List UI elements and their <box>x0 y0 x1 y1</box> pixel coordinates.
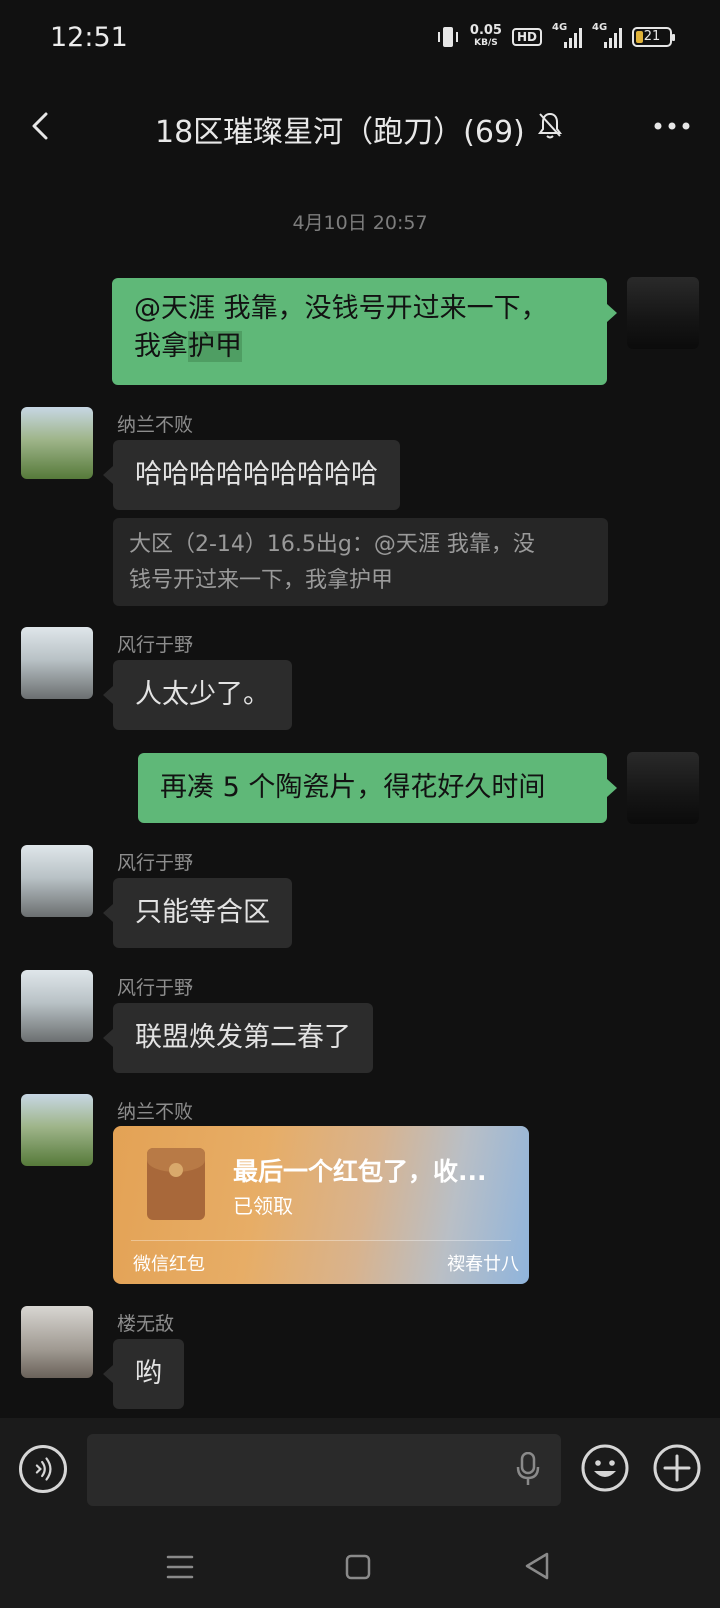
back-triangle-icon[interactable] <box>522 1550 552 1582</box>
quote-text: 钱号开过来一下，我拿护甲 <box>129 568 394 593</box>
message-bubble-incoming[interactable]: 人太少了。 <box>113 660 292 730</box>
home-icon[interactable] <box>345 1552 371 1582</box>
hd-badge: HD <box>511 28 542 46</box>
red-envelope-icon <box>147 1148 205 1220</box>
message-text: 人太少了。 <box>135 679 270 710</box>
message-text: 只能等合区 <box>135 897 270 928</box>
emoji-icon[interactable] <box>580 1443 630 1493</box>
sender-name: 风行于野 <box>117 852 194 874</box>
sender-name: 风行于野 <box>117 977 194 999</box>
bubble-tail <box>607 304 617 322</box>
bell-off-icon <box>538 112 562 139</box>
message-bubble-incoming[interactable]: 哟 <box>113 1339 184 1409</box>
chat-timestamp: 4月10日 20:57 <box>292 212 428 234</box>
network-speed: 0.05 KB/S <box>470 24 502 50</box>
message-bubble-incoming[interactable]: 哈哈哈哈哈哈哈哈哈 <box>113 440 400 510</box>
network-speed-unit: KB/S <box>474 38 498 48</box>
sender-name: 楼无敌 <box>117 1313 175 1335</box>
status-time: 12:51 <box>50 22 128 53</box>
avatar[interactable] <box>21 845 93 917</box>
message-input[interactable] <box>87 1434 561 1506</box>
message-text-highlight: 护甲 <box>188 331 242 362</box>
signal-label: 4G <box>592 22 608 33</box>
bubble-tail <box>103 1029 113 1047</box>
message-bubble-outgoing[interactable]: @天涯 我靠，没钱号开过来一下， 我拿护甲 <box>112 278 607 385</box>
chevron-left-icon[interactable] <box>26 106 56 146</box>
red-packet-label: 微信红包 <box>133 1254 205 1275</box>
sender-name: 风行于野 <box>117 634 194 656</box>
network-speed-value: 0.05 <box>469 23 502 38</box>
quoted-message[interactable]: 大区（2-14）16.5出g：@天涯 我靠，没 钱号开过来一下，我拿护甲 <box>113 518 608 606</box>
red-packet-card[interactable]: 最后一个红包了，收... 已领取 微信红包 禊春廿八 <box>113 1126 529 1284</box>
sender-name: 纳兰不败 <box>117 1101 194 1123</box>
bubble-tail <box>103 904 113 922</box>
avatar[interactable] <box>21 627 93 699</box>
avatar[interactable] <box>21 407 93 479</box>
bubble-tail <box>607 779 617 797</box>
avatar[interactable] <box>627 277 699 349</box>
message-text: 我拿护甲 <box>134 328 585 366</box>
message-text: @天涯 我靠，没钱号开过来一下， <box>134 293 548 324</box>
message-text: 联盟焕发第二春了 <box>135 1022 351 1053</box>
quote-text: 大区（2-14）16.5出g：@天涯 我靠，没 <box>129 532 535 557</box>
avatar[interactable] <box>21 970 93 1042</box>
red-packet-title: 最后一个红包了，收... <box>233 1157 487 1186</box>
signal-label: 4G <box>552 22 568 33</box>
menu-icon[interactable] <box>165 1552 195 1582</box>
avatar[interactable] <box>21 1094 93 1166</box>
plus-icon[interactable] <box>652 1443 702 1493</box>
more-horizontal-icon[interactable] <box>650 106 694 146</box>
signal-icon: 4G <box>592 22 622 48</box>
message-text: 哈哈哈哈哈哈哈哈哈 <box>135 459 378 490</box>
battery-percent: 21 <box>643 29 661 44</box>
red-packet-theme: 禊春廿八 <box>447 1254 519 1275</box>
avatar[interactable] <box>627 752 699 824</box>
microphone-icon[interactable] <box>516 1452 540 1486</box>
system-nav-bar <box>0 1528 720 1608</box>
message-text: 再凑 5 个陶瓷片，得花好久时间 <box>160 772 546 803</box>
status-bar: 12:51 0.05 KB/S HD 4G 4G 21 <box>0 0 720 84</box>
bubble-tail <box>103 466 113 484</box>
message-bubble-outgoing[interactable]: 再凑 5 个陶瓷片，得花好久时间 <box>138 753 607 823</box>
chat-header: 18区璀璨星河（跑刀）(69) <box>0 84 720 168</box>
battery-icon: 21 <box>632 27 675 47</box>
vibrate-icon <box>437 27 458 47</box>
chat-title: 18区璀璨星河（跑刀）(69) <box>155 115 525 150</box>
bubble-tail <box>103 1365 113 1383</box>
signal-icon: 4G <box>552 22 582 48</box>
voice-mode-icon[interactable] <box>19 1445 67 1493</box>
message-text: 哟 <box>135 1358 162 1389</box>
divider <box>131 1240 511 1241</box>
message-bubble-incoming[interactable]: 只能等合区 <box>113 878 292 948</box>
bubble-tail <box>103 686 113 704</box>
message-bubble-incoming[interactable]: 联盟焕发第二春了 <box>113 1003 373 1073</box>
avatar[interactable] <box>21 1306 93 1378</box>
sender-name: 纳兰不败 <box>117 414 194 436</box>
status-icons: 0.05 KB/S HD 4G 4G 21 <box>436 22 675 50</box>
input-bar <box>0 1418 720 1528</box>
message-text-plain: 我拿 <box>134 331 188 362</box>
red-packet-status: 已领取 <box>233 1194 293 1218</box>
